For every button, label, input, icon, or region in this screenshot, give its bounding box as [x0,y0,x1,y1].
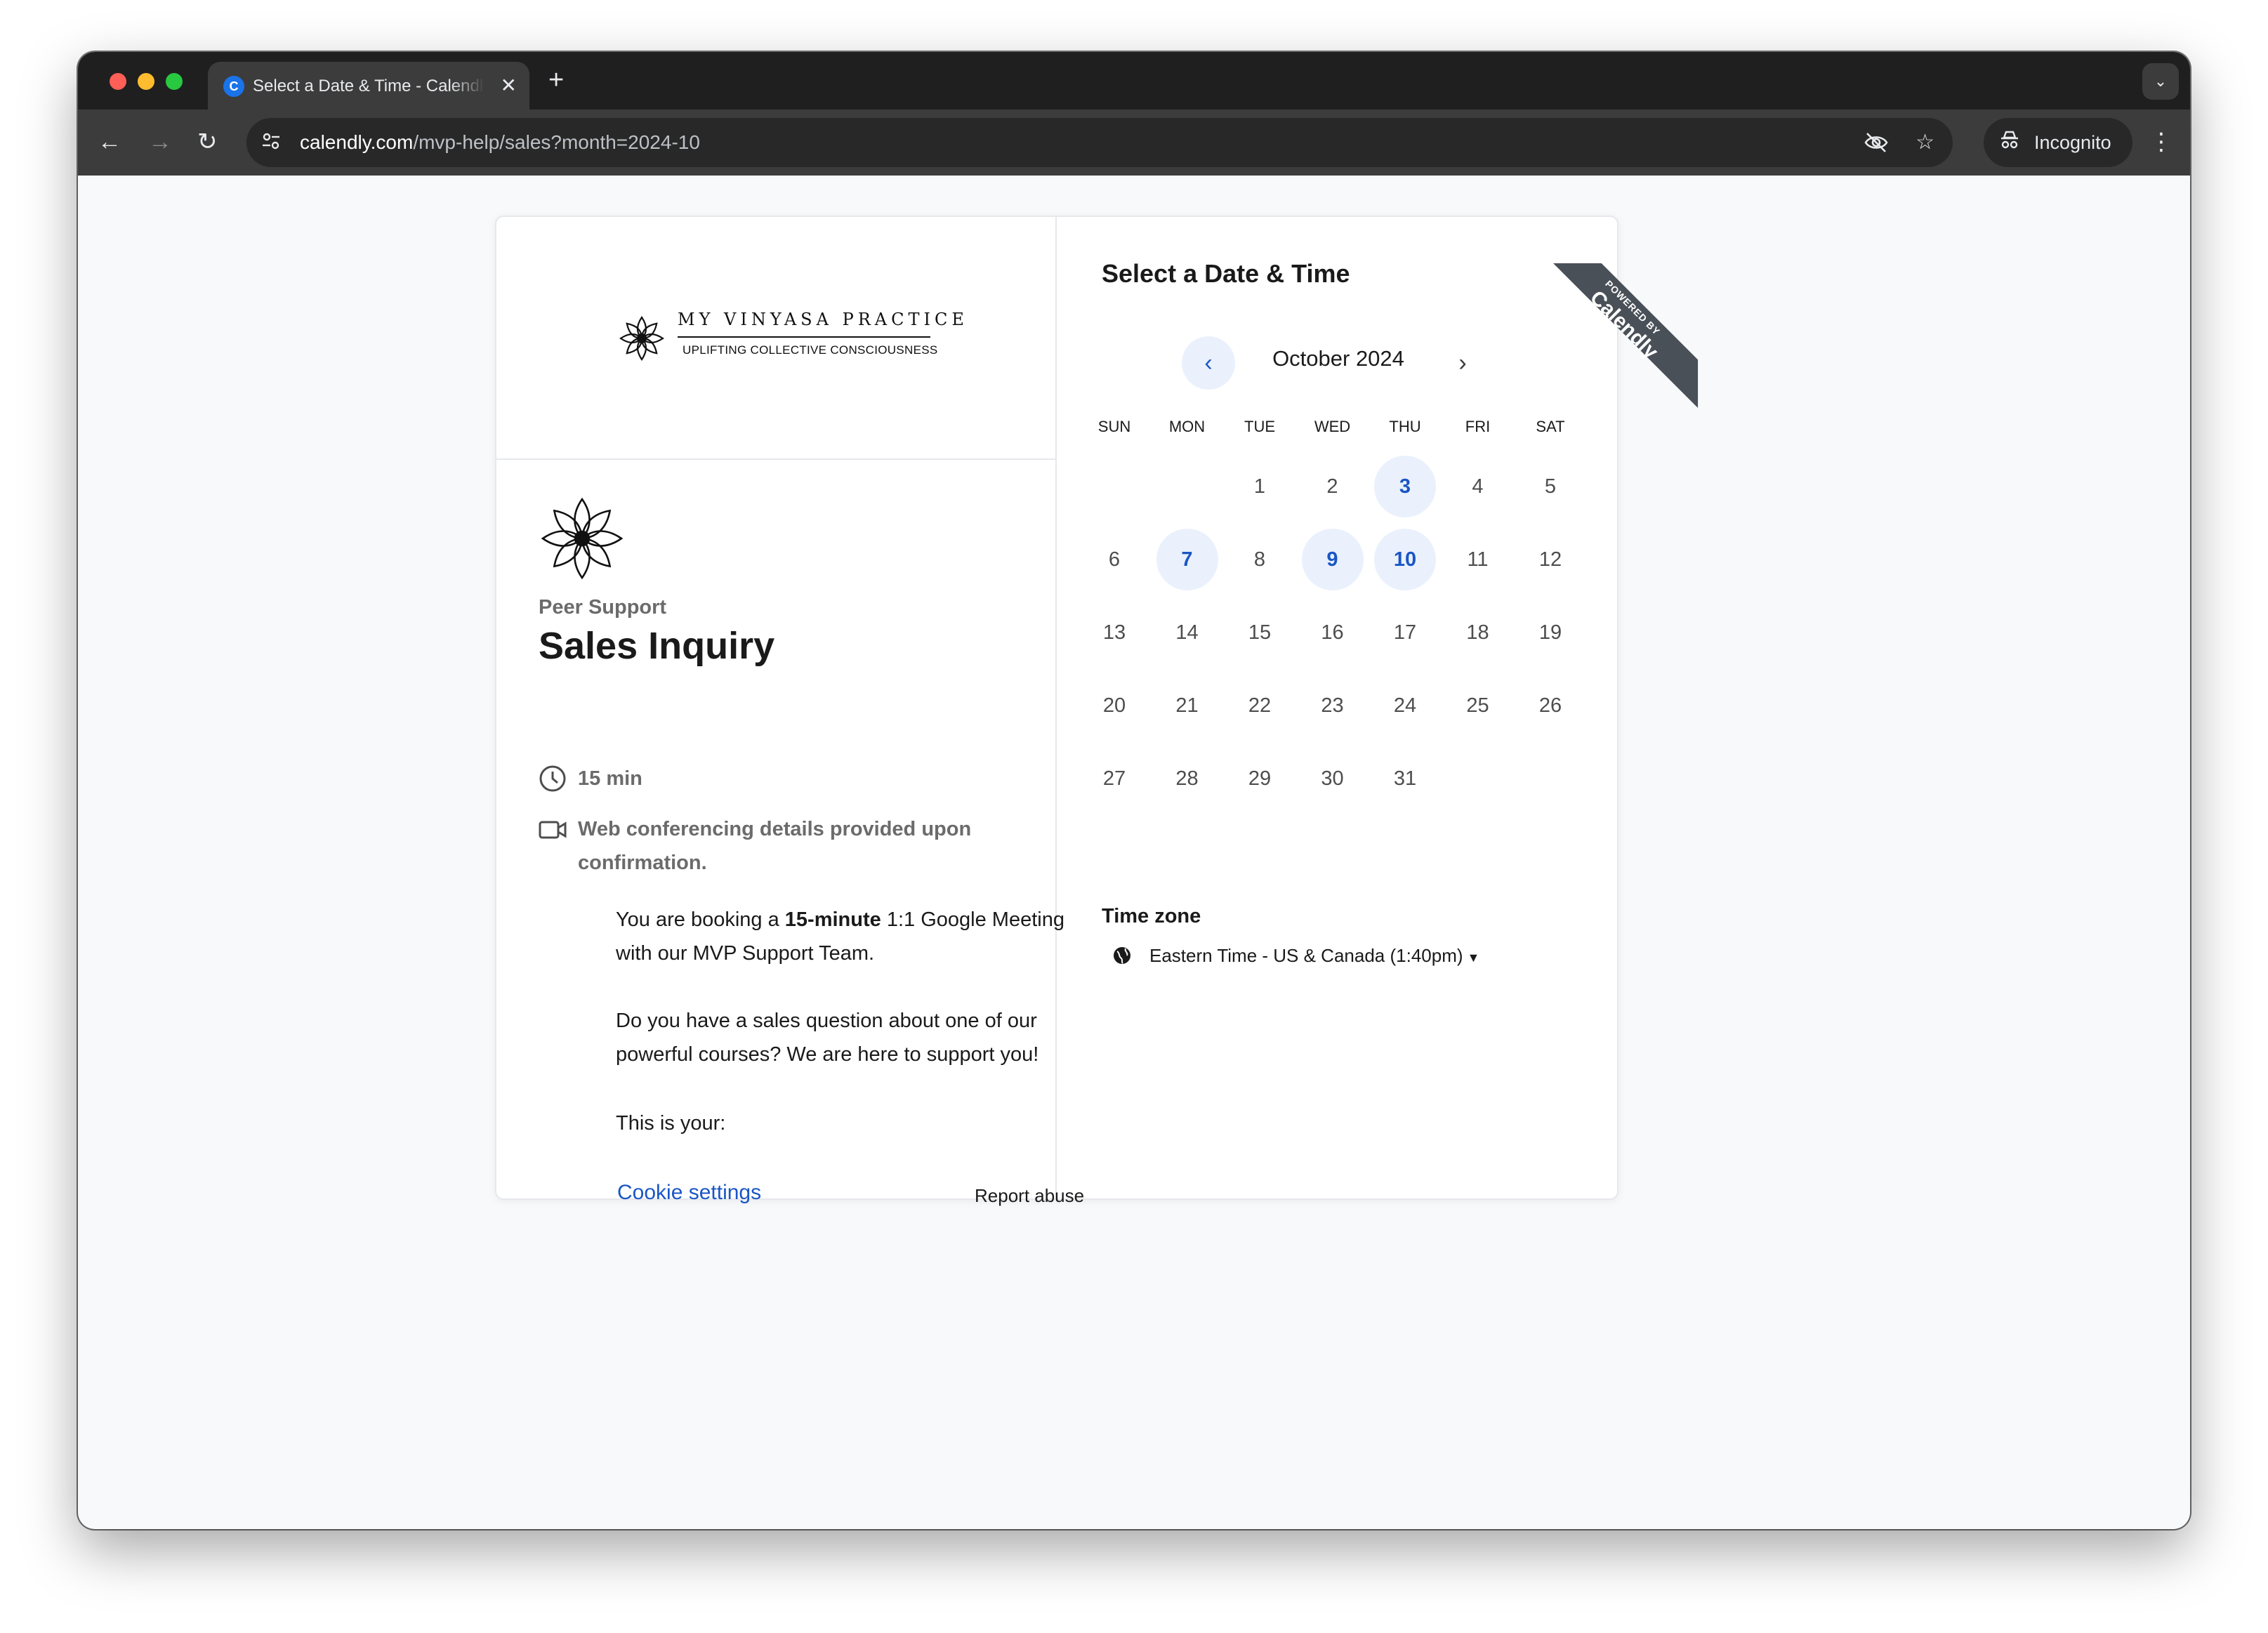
desc1-prefix: You are booking a [616,908,785,931]
calendar-day: 21 [1175,694,1199,717]
calendar-day: 20 [1102,694,1126,717]
tab-search-button[interactable]: ⌄ [2142,63,2179,100]
globe-icon [1112,941,1133,977]
calendar-day: 25 [1466,694,1489,717]
calendar-day-available[interactable]: 3 [1374,456,1436,517]
desc1-bold: 15-minute [784,908,881,931]
url-path: /mvp-help/sales?month=2024-10 [413,131,700,153]
incognito-label: Incognito [2034,132,2111,153]
weekday-label-tue: TUE [1244,418,1275,435]
organizer-name: Peer Support [539,596,667,619]
calendar-day: 17 [1393,621,1417,644]
back-button[interactable]: ← [98,128,121,156]
incognito-indicator[interactable]: Incognito [1984,118,2132,167]
calendar-day: 13 [1102,621,1126,644]
timezone-value: Eastern Time - US & Canada (1:40pm) ▼ [1149,941,1479,972]
reload-button[interactable]: ↻ [197,128,218,156]
url-host: calendly.com [300,131,414,153]
calendar-day: 31 [1393,767,1417,790]
calendar-day: 4 [1472,475,1484,498]
weekday-label-mon: MON [1168,418,1206,435]
description-paragraph-1: You are booking a 15-minute 1:1 Google M… [616,903,1093,970]
calendar-day: 16 [1321,621,1344,644]
calendar-day: 24 [1393,694,1417,717]
next-month-button[interactable]: › [1436,336,1489,390]
cookie-settings-link[interactable]: Cookie settings [617,1181,761,1205]
lotus-logo-icon [619,316,664,361]
tab-close-icon[interactable]: ✕ [501,73,517,98]
calendar-day: 14 [1175,621,1199,644]
clock-icon [539,762,567,806]
minimize-window-button[interactable] [138,73,154,90]
close-window-button[interactable] [110,73,126,90]
calendar-day: 28 [1175,767,1199,790]
report-abuse-link[interactable]: Report abuse [975,1185,1084,1207]
site-info-icon[interactable] [261,131,282,157]
calendly-favicon-icon: C [223,76,244,97]
weekday-label-sun: SUN [1097,418,1131,435]
caret-down-icon: ▼ [1467,951,1480,965]
calendar-day: 2 [1326,475,1338,498]
tab-title: Select a Date & Time - Calendly [253,77,484,95]
timezone-title: Time zone [1102,905,1201,927]
calendar-day-available[interactable]: 7 [1156,529,1218,590]
weekday-label-sat: SAT [1536,418,1565,435]
calendar-grid: 1 2 3 4 5 6 7 8 9 10 11 12 13 14 15 16 17 18 19 20 21 22 23 24 2… [1078,456,1585,821]
duration-row: 15 min [539,762,1016,797]
calendar-day: 15 [1248,621,1272,644]
conferencing-text: Web conferencing details provided upon c… [578,818,972,874]
weekday-label-fri: FRI [1465,418,1491,435]
calendar-day-available[interactable]: 10 [1374,529,1436,590]
browser-tab[interactable]: C Select a Date & Time - Calendly ✕ [208,62,529,110]
incognito-icon [1999,129,2020,157]
calendar-day: 19 [1538,621,1562,644]
timezone-text: Eastern Time - US & Canada (1:40pm) [1149,945,1463,966]
calendar-day: 6 [1108,548,1121,571]
weekday-label-wed: WED [1314,418,1351,435]
bookmark-star-icon[interactable]: ☆ [1916,129,1934,156]
duration-text: 15 min [578,767,642,790]
conferencing-row: Web conferencing details provided upon c… [539,812,1016,882]
browser-menu-icon[interactable]: ⋮ [2149,128,2173,156]
url-text[interactable]: calendly.com/mvp-help/sales?month=2024-1… [300,129,700,156]
video-camera-icon [539,812,567,857]
calendar-day: 27 [1102,767,1126,790]
forward-button[interactable]: → [148,128,172,156]
brand-divider [678,336,930,338]
event-title: Sales Inquiry [539,625,775,667]
maximize-window-button[interactable] [166,73,183,90]
description-paragraph-3: This is your: [616,1112,726,1135]
timezone-select[interactable]: Eastern Time - US & Canada (1:40pm) ▼ [1112,941,1533,970]
calendar-day: 12 [1538,548,1562,571]
calendar-day: 29 [1248,767,1272,790]
brand-name: MY VINYASA PRACTICE [678,310,968,329]
previous-month-button[interactable]: ‹ [1182,336,1235,390]
month-label: October 2024 [1272,346,1404,371]
browser-toolbar: ← → ↻ calendly.com/mvp-help/sales?month=… [78,110,2190,176]
powered-by-calendly-badge[interactable]: POWERED BY Calendly [1553,263,1701,410]
calendar-day: 26 [1538,694,1562,717]
calendar-day-available[interactable]: 9 [1301,529,1364,590]
weekday-label-thu: THU [1389,418,1421,435]
new-tab-button[interactable]: + [548,66,564,94]
brand-header: MY VINYASA PRACTICE UPLIFTING COLLECTIVE… [496,217,1055,460]
calendar-day: 8 [1253,548,1266,571]
lotus-event-icon [541,497,624,580]
calendar-day: 23 [1321,694,1344,717]
eye-off-icon[interactable] [1863,129,1890,163]
weekday-header: SUN MON TUE WED THU FRI SAT [1078,418,1585,443]
calendar-day: 1 [1253,475,1266,498]
calendar-day: 22 [1248,694,1272,717]
calendar-day: 11 [1467,548,1489,571]
calendar-pane: Select a Date & Time ‹ October 2024 › SU… [1057,217,1617,1198]
calendar-day: 30 [1321,767,1344,790]
description-paragraph-2: Do you have a sales question about one o… [616,1010,1039,1066]
calendar-day: 18 [1466,621,1489,644]
calendar-heading: Select a Date & Time [1102,259,1350,288]
brand-tagline: UPLIFTING COLLECTIVE CONSCIOUSNESS [683,343,938,357]
calendar-day: 5 [1544,475,1557,498]
tab-strip: C Select a Date & Time - Calendly ✕ + ⌄ [78,52,2190,110]
address-bar[interactable]: calendly.com/mvp-help/sales?month=2024-1… [246,118,1953,167]
